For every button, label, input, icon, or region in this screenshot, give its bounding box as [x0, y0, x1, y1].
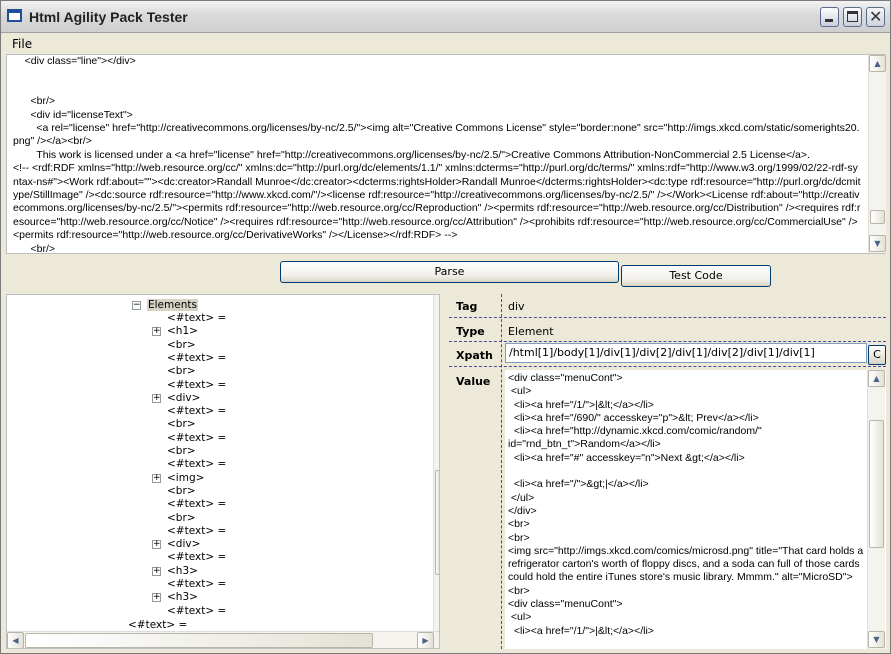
value-vertical-scrollbar[interactable]: ▲ ▼ — [867, 370, 885, 649]
tree-horizontal-scrollbar[interactable]: ◀ ▶ — [7, 631, 439, 648]
scroll-up-arrow-icon[interactable]: ▲ — [868, 370, 885, 387]
menu-file[interactable]: File — [12, 37, 32, 51]
tree-node[interactable]: <h3> — [167, 565, 198, 578]
window-title: Html Agility Pack Tester — [29, 9, 188, 25]
tree-root-node[interactable]: Elements — [147, 299, 198, 312]
tree-node[interactable]: <#text> = — [167, 352, 226, 365]
value-scroll-thumb[interactable] — [869, 420, 884, 548]
test-code-button[interactable]: Test Code — [621, 265, 771, 287]
title-bar[interactable]: Html Agility Pack Tester ✕ — [1, 1, 890, 33]
source-html-text[interactable]: <div class="line"></div> <br/> <div id="… — [13, 55, 861, 253]
maximize-button[interactable] — [843, 7, 862, 27]
tree-node[interactable]: <br> — [167, 512, 196, 525]
grid-row-divider — [449, 341, 886, 342]
minimize-button[interactable] — [820, 7, 839, 27]
close-icon: ✕ — [869, 7, 883, 26]
source-html-textarea[interactable]: <div class="line"></div> <br/> <div id="… — [6, 54, 886, 254]
tag-value: div — [508, 300, 525, 313]
tree-node[interactable]: <br> — [167, 445, 196, 458]
app-window: Html Agility Pack Tester ✕ File <div cla… — [0, 0, 891, 654]
tag-label: Tag — [456, 300, 478, 313]
minimize-icon — [825, 19, 833, 22]
expand-icon[interactable]: + — [152, 593, 161, 603]
tree-node[interactable]: <#text> = — [167, 551, 226, 564]
tree-node[interactable]: <br> — [167, 418, 196, 431]
expand-icon[interactable]: + — [152, 540, 161, 550]
scroll-right-arrow-icon[interactable]: ▶ — [417, 632, 434, 648]
scroll-left-arrow-icon[interactable]: ◀ — [7, 632, 24, 648]
tree-node[interactable]: <#text> = — [167, 312, 226, 325]
property-grid: Tag div Type Element Xpath /html[1]/body… — [449, 294, 886, 649]
tree-node[interactable]: <br> — [167, 339, 196, 352]
value-label: Value — [456, 375, 491, 388]
tree-node[interactable]: <br> — [167, 485, 196, 498]
tree-node[interactable]: <h1> — [167, 325, 198, 338]
window-icon — [7, 9, 22, 22]
type-value: Element — [508, 325, 554, 338]
tree-node[interactable]: <#text> = — [167, 432, 226, 445]
tree-scroll-thumb[interactable] — [435, 470, 439, 575]
grid-divider — [501, 294, 502, 649]
type-label: Type — [456, 325, 485, 338]
tree-node[interactable]: <#text> = — [167, 405, 226, 418]
maximize-icon — [847, 11, 858, 22]
scroll-up-arrow-icon[interactable]: ▲ — [869, 55, 886, 72]
tree-node[interactable]: <#text> = — [167, 379, 226, 392]
tree-node[interactable]: <img> — [167, 472, 204, 485]
scroll-thumb[interactable] — [870, 210, 885, 224]
close-button[interactable]: ✕ — [866, 7, 885, 27]
tree-node[interactable]: <#text> = — [167, 605, 226, 618]
parse-button[interactable]: Parse — [280, 261, 619, 283]
xpath-input[interactable]: /html[1]/body[1]/div[1]/div[2]/div[1]/di… — [505, 343, 867, 363]
value-textarea[interactable]: <div class="menuCont"> <ul> <li><a href=… — [505, 370, 886, 649]
tree-node[interactable]: <div> — [167, 392, 200, 405]
tree-node[interactable]: <#text> = — [167, 578, 226, 591]
node-value-text[interactable]: <div class="menuCont"> <ul> <li><a href=… — [508, 372, 864, 638]
expand-icon[interactable]: + — [152, 473, 161, 483]
menu-bar: File — [2, 34, 889, 54]
source-vertical-scrollbar[interactable]: ▲ ▼ — [868, 55, 886, 253]
copy-xpath-button[interactable]: C — [868, 345, 886, 365]
tree-node[interactable]: <h3> — [167, 591, 198, 604]
scroll-down-arrow-icon[interactable]: ▼ — [868, 631, 885, 648]
tree-node[interactable]: <#text> = — [167, 498, 226, 511]
node-tree-view[interactable]: − Elements <#text> = + <h1> <br> <#text> = <b… — [6, 294, 440, 649]
tree-vertical-scrollbar[interactable] — [433, 295, 439, 631]
xpath-label: Xpath — [456, 349, 493, 362]
tree-node[interactable]: <#text> = — [167, 525, 226, 538]
expand-icon[interactable]: + — [152, 566, 161, 576]
tree-hscroll-thumb[interactable] — [25, 633, 373, 648]
tree-node[interactable]: <br> — [167, 365, 196, 378]
grid-row-divider — [449, 317, 886, 318]
expand-icon[interactable]: + — [152, 327, 161, 337]
grid-row-divider — [449, 366, 886, 367]
tree-node[interactable]: <#text> = — [167, 458, 226, 471]
scroll-down-arrow-icon[interactable]: ▼ — [869, 235, 886, 252]
collapse-icon[interactable]: − — [132, 301, 141, 310]
tree-node[interactable]: <div> — [167, 538, 200, 551]
expand-icon[interactable]: + — [152, 393, 161, 403]
